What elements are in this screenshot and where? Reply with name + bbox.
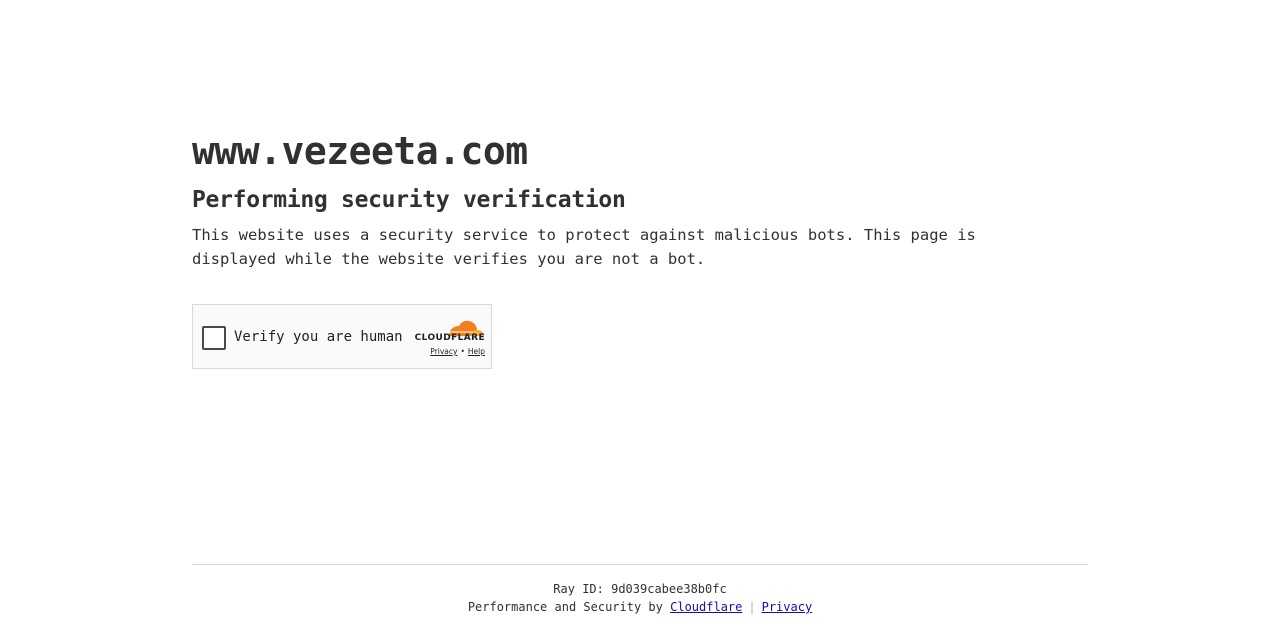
footer-separator: | <box>748 600 756 614</box>
footer: Ray ID: 9d039cabee38b0fc Performance and… <box>192 580 1088 616</box>
widget-help-link[interactable]: Help <box>468 347 485 356</box>
performance-line: Performance and Security by Cloudflare | P… <box>192 598 1088 616</box>
ray-id-line: Ray ID: 9d039cabee38b0fc <box>192 580 1088 598</box>
widget-privacy-link[interactable]: Privacy <box>430 347 457 356</box>
ray-id-value: 9d039cabee38b0fc <box>611 582 727 596</box>
footer-privacy-link[interactable]: Privacy <box>762 600 813 614</box>
widget-link-separator: • <box>460 347 465 356</box>
verify-checkbox[interactable] <box>202 326 226 350</box>
widget-links: Privacy • Help <box>393 347 485 357</box>
page-heading: Performing security verification <box>192 187 626 213</box>
site-title: www.vezeeta.com <box>192 129 528 173</box>
footer-divider <box>192 564 1088 565</box>
cloudflare-wordmark: CLOUDFLARE <box>414 333 485 343</box>
page-description: This website uses a security service to … <box>192 226 976 268</box>
turnstile-widget: Verify you are human CLOUDFLARE Privacy •… <box>192 304 492 369</box>
verify-label[interactable]: Verify you are human <box>234 327 403 347</box>
cloudflare-link[interactable]: Cloudflare <box>670 600 742 614</box>
performance-text: Performance and Security by <box>467 600 663 614</box>
ray-id-label: Ray ID: <box>553 582 604 596</box>
